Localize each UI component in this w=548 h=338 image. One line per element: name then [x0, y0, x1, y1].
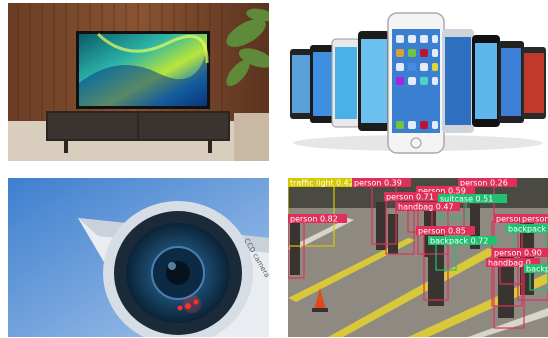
detection-label: person 0.90: [494, 249, 542, 258]
detection-label: backpack: [508, 225, 546, 234]
object-detection-panel: traffic light 0.81 0.42 person 0.39 person …: [288, 178, 548, 337]
detection-label: person 0.85: [418, 227, 466, 236]
detection-label: person 0.71: [386, 193, 434, 202]
security-camera-photo: CCD camera: [8, 178, 269, 337]
object-detection-photo: traffic light 0.810.42 person 0.39 person …: [288, 178, 548, 337]
detection-label: 0.42: [336, 179, 354, 188]
detection-label: person 0.: [522, 215, 548, 224]
detection-label: person 0.39: [354, 179, 402, 188]
detection-label: person 0.82: [290, 215, 338, 224]
detection-label: backp: [526, 265, 548, 274]
television-photo: [8, 3, 269, 161]
smartphones-photo-panel: [288, 3, 548, 161]
smartphones-photo: [288, 3, 548, 161]
detection-label: backpack 0.72: [430, 237, 488, 246]
cctv-photo-panel: CCD camera: [8, 178, 269, 337]
detection-label: handbag 0.47: [398, 203, 454, 212]
tv-photo-panel: [8, 3, 269, 161]
